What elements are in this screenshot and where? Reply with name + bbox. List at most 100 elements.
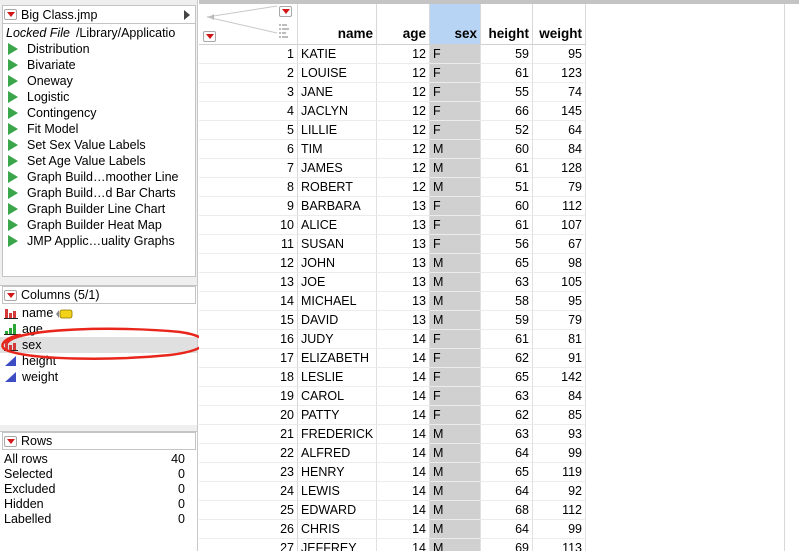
row-number[interactable]: 13	[199, 273, 298, 292]
cell-name[interactable]: ROBERT	[298, 178, 377, 197]
column-header-weight[interactable]: weight	[533, 4, 586, 45]
row-number[interactable]: 9	[199, 197, 298, 216]
script-item[interactable]: Distribution	[3, 41, 195, 57]
row-number[interactable]: 8	[199, 178, 298, 197]
cell-weight[interactable]: 95	[533, 45, 586, 64]
table-row[interactable]: 25 EDWARD 14 M 68 112	[199, 501, 799, 520]
column-item-sex[interactable]: sex	[0, 337, 197, 353]
cell-name[interactable]: LEWIS	[298, 482, 377, 501]
cell-height[interactable]: 60	[481, 197, 533, 216]
cell-name[interactable]: LILLIE	[298, 121, 377, 140]
row-number[interactable]: 7	[199, 159, 298, 178]
cell-height[interactable]: 62	[481, 406, 533, 425]
cell-weight[interactable]: 99	[533, 520, 586, 539]
row-number[interactable]: 27	[199, 539, 298, 551]
table-row[interactable]: 18 LESLIE 14 F 65 142	[199, 368, 799, 387]
cell-height[interactable]: 64	[481, 444, 533, 463]
cell-height[interactable]: 65	[481, 254, 533, 273]
play-script-icon[interactable]	[8, 123, 18, 135]
cell-age[interactable]: 14	[377, 349, 430, 368]
rows-menu-icon[interactable]	[4, 435, 17, 447]
cell-weight[interactable]: 112	[533, 501, 586, 520]
cell-weight[interactable]: 119	[533, 463, 586, 482]
cell-name[interactable]: JACLYN	[298, 102, 377, 121]
rows-panel-header[interactable]: Rows	[2, 432, 196, 450]
cell-height[interactable]: 65	[481, 463, 533, 482]
cell-weight[interactable]: 98	[533, 254, 586, 273]
cell-height[interactable]: 59	[481, 45, 533, 64]
cell-height[interactable]: 63	[481, 387, 533, 406]
table-row[interactable]: 7 JAMES 12 M 61 128	[199, 159, 799, 178]
row-number[interactable]: 20	[199, 406, 298, 425]
cell-weight[interactable]: 107	[533, 216, 586, 235]
cell-age[interactable]: 14	[377, 425, 430, 444]
table-row[interactable]: 14 MICHAEL 13 M 58 95	[199, 292, 799, 311]
cell-weight[interactable]: 105	[533, 273, 586, 292]
cell-age[interactable]: 14	[377, 520, 430, 539]
play-script-icon[interactable]	[8, 155, 18, 167]
play-script-icon[interactable]	[8, 107, 18, 119]
table-panel-header[interactable]: Big Class.jmp	[3, 6, 195, 24]
table-row[interactable]: 10 ALICE 13 F 61 107	[199, 216, 799, 235]
table-row[interactable]: 17 ELIZABETH 14 F 62 91	[199, 349, 799, 368]
cell-age[interactable]: 13	[377, 216, 430, 235]
cell-height[interactable]: 60	[481, 140, 533, 159]
table-row[interactable]: 12 JOHN 13 M 65 98	[199, 254, 799, 273]
row-number[interactable]: 26	[199, 520, 298, 539]
script-item[interactable]: Graph Builder Heat Map	[3, 217, 195, 233]
cell-sex[interactable]: F	[430, 387, 481, 406]
row-number[interactable]: 5	[199, 121, 298, 140]
column-item-age[interactable]: age	[0, 321, 197, 337]
table-row[interactable]: 8 ROBERT 12 M 51 79	[199, 178, 799, 197]
play-script-icon[interactable]	[8, 187, 18, 199]
row-number[interactable]: 17	[199, 349, 298, 368]
cell-sex[interactable]: F	[430, 83, 481, 102]
table-row[interactable]: 1 KATIE 12 F 59 95	[199, 45, 799, 64]
cell-weight[interactable]: 79	[533, 311, 586, 330]
script-item[interactable]: Graph Build…d Bar Charts	[3, 185, 195, 201]
cell-sex[interactable]: M	[430, 273, 481, 292]
play-script-icon[interactable]	[8, 75, 18, 87]
cell-weight[interactable]: 112	[533, 197, 586, 216]
cell-age[interactable]: 14	[377, 406, 430, 425]
row-number[interactable]: 22	[199, 444, 298, 463]
cell-sex[interactable]: M	[430, 178, 481, 197]
row-number[interactable]: 1	[199, 45, 298, 64]
row-number[interactable]: 11	[199, 235, 298, 254]
table-row[interactable]: 16 JUDY 14 F 61 81	[199, 330, 799, 349]
cell-name[interactable]: ELIZABETH	[298, 349, 377, 368]
cell-sex[interactable]: M	[430, 520, 481, 539]
table-row[interactable]: 6 TIM 12 M 60 84	[199, 140, 799, 159]
cell-height[interactable]: 61	[481, 64, 533, 83]
cell-name[interactable]: LOUISE	[298, 64, 377, 83]
cell-height[interactable]: 51	[481, 178, 533, 197]
cell-sex[interactable]: F	[430, 64, 481, 83]
cell-age[interactable]: 12	[377, 45, 430, 64]
cell-height[interactable]: 64	[481, 482, 533, 501]
cell-age[interactable]: 13	[377, 254, 430, 273]
cell-age[interactable]: 14	[377, 482, 430, 501]
cell-sex[interactable]: F	[430, 216, 481, 235]
play-script-icon[interactable]	[8, 91, 18, 103]
script-item[interactable]: Fit Model	[3, 121, 195, 137]
cell-name[interactable]: FREDERICK	[298, 425, 377, 444]
cell-height[interactable]: 61	[481, 216, 533, 235]
columns-menu-icon[interactable]	[4, 289, 17, 301]
script-item[interactable]: Bivariate	[3, 57, 195, 73]
table-row[interactable]: 22 ALFRED 14 M 64 99	[199, 444, 799, 463]
cell-sex[interactable]: F	[430, 330, 481, 349]
cell-sex[interactable]: F	[430, 406, 481, 425]
cell-name[interactable]: CAROL	[298, 387, 377, 406]
cell-name[interactable]: EDWARD	[298, 501, 377, 520]
table-row[interactable]: 20 PATTY 14 F 62 85	[199, 406, 799, 425]
cell-weight[interactable]: 91	[533, 349, 586, 368]
play-script-icon[interactable]	[8, 139, 18, 151]
cell-weight[interactable]: 64	[533, 121, 586, 140]
cell-sex[interactable]: F	[430, 197, 481, 216]
table-row[interactable]: 15 DAVID 13 M 59 79	[199, 311, 799, 330]
cell-age[interactable]: 14	[377, 330, 430, 349]
script-item[interactable]: Graph Builder Line Chart	[3, 201, 195, 217]
cell-age[interactable]: 14	[377, 444, 430, 463]
row-number[interactable]: 14	[199, 292, 298, 311]
cell-sex[interactable]: M	[430, 444, 481, 463]
